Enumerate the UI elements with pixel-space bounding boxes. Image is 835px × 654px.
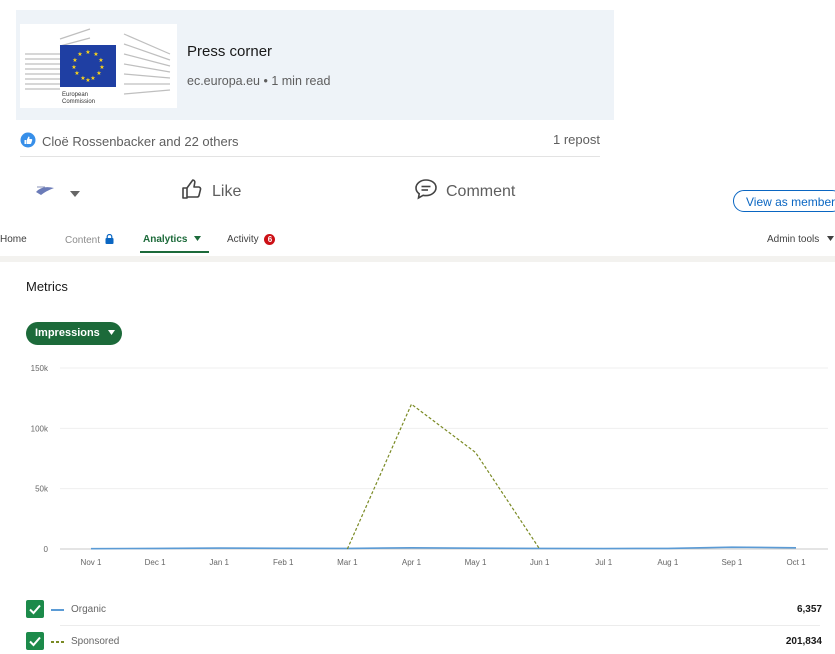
x-tick-label: Sep 1 xyxy=(721,558,742,567)
caret-down-icon xyxy=(190,234,202,245)
reposts-count[interactable]: 1 repost xyxy=(553,132,600,147)
sponsored-line-swatch xyxy=(51,641,64,643)
caret-down-icon xyxy=(103,327,115,339)
view-as-member-button[interactable]: View as member xyxy=(733,190,835,212)
chevron-down-icon xyxy=(70,184,80,202)
article-read-time: 1 min read xyxy=(271,74,331,88)
y-tick-label: 100k xyxy=(31,424,49,433)
x-tick-label: Dec 1 xyxy=(145,558,166,567)
svg-text:★: ★ xyxy=(77,51,82,58)
x-tick-label: Jan 1 xyxy=(209,558,229,567)
comment-button[interactable]: Comment xyxy=(414,178,515,205)
x-tick-label: Jun 1 xyxy=(530,558,550,567)
sponsored-checkbox[interactable] xyxy=(26,632,44,650)
y-tick-label: 0 xyxy=(44,545,49,554)
like-button[interactable]: Like xyxy=(180,177,241,206)
tab-analytics[interactable]: Analytics xyxy=(143,234,202,245)
svg-text:European: European xyxy=(62,92,88,98)
svg-text:★: ★ xyxy=(72,57,77,64)
tab-activity-label: Activity xyxy=(227,234,259,246)
organic-total: 6,357 xyxy=(796,604,822,615)
organic-checkbox[interactable] xyxy=(26,600,44,618)
active-tab-indicator xyxy=(140,251,209,253)
tab-analytics-label: Analytics xyxy=(143,234,188,245)
like-reaction-icon xyxy=(20,132,36,151)
y-tick-label: 150k xyxy=(31,364,49,373)
reactions-text: Cloë Rossenbacker and 22 others xyxy=(42,134,239,149)
social-counts-bar: Cloë Rossenbacker and 22 others 1 repost xyxy=(20,130,600,157)
tab-home[interactable]: Home xyxy=(0,234,27,245)
svg-text:★: ★ xyxy=(85,77,90,84)
metric-selector-label: Impressions xyxy=(35,327,100,339)
series-line-organic xyxy=(90,546,797,550)
svg-text:★: ★ xyxy=(90,75,95,82)
article-source: ec.europa.eu • 1 min read xyxy=(187,74,330,88)
article-domain: ec.europa.eu xyxy=(187,74,260,88)
svg-text:★: ★ xyxy=(96,70,101,77)
x-tick-label: Oct 1 xyxy=(786,558,806,567)
svg-text:Commission: Commission xyxy=(62,99,95,105)
like-label: Like xyxy=(212,182,242,200)
svg-text:★: ★ xyxy=(85,49,90,56)
organic-line-swatch xyxy=(51,609,64,611)
metrics-heading: Metrics xyxy=(26,279,68,294)
sponsored-label: Sponsored xyxy=(71,636,120,647)
meta-separator: • xyxy=(263,74,268,88)
x-tick-label: Apr 1 xyxy=(402,558,422,567)
admin-tools-label: Admin tools xyxy=(767,234,820,245)
y-tick-label: 50k xyxy=(35,485,49,494)
reactions-summary[interactable]: Cloë Rossenbacker and 22 others xyxy=(20,132,239,151)
comment-label: Comment xyxy=(446,182,516,200)
caret-down-icon xyxy=(822,234,835,245)
legend-row-organic: Organic 6,357 xyxy=(26,600,822,622)
section-divider xyxy=(0,256,835,262)
european-commission-logo: ★ ★ ★ ★ ★ ★ ★ ★ ★ ★ ★ ★ European Commission xyxy=(20,24,177,108)
organic-label: Organic xyxy=(71,604,107,615)
thumbs-up-icon xyxy=(180,177,204,206)
x-tick-label: Aug 1 xyxy=(657,558,678,567)
legend-divider xyxy=(60,625,820,626)
x-tick-label: May 1 xyxy=(465,558,487,567)
svg-text:★: ★ xyxy=(74,70,79,77)
svg-text:★: ★ xyxy=(71,64,76,71)
notification-badge: 6 xyxy=(264,234,276,245)
article-title[interactable]: Press corner xyxy=(187,43,272,60)
comment-icon xyxy=(414,178,438,205)
legend-row-sponsored: Sponsored 201,834 xyxy=(26,632,822,654)
admin-nav-bar: Home Content Analytics Activity 6 Admin … xyxy=(0,226,835,256)
post-as-selector[interactable] xyxy=(34,183,80,202)
series-line-sponsored xyxy=(346,403,541,550)
tab-content[interactable]: Content xyxy=(65,233,114,246)
sponsored-total: 201,834 xyxy=(785,636,822,647)
admin-tools-menu[interactable]: Admin tools xyxy=(767,234,835,245)
lock-icon xyxy=(103,233,114,246)
tab-content-label: Content xyxy=(65,235,101,246)
x-tick-label: Nov 1 xyxy=(81,558,102,567)
tab-activity[interactable]: Activity 6 xyxy=(227,234,276,246)
company-avatar-icon xyxy=(34,183,56,202)
x-tick-label: Feb 1 xyxy=(273,558,294,567)
x-tick-label: Jul 1 xyxy=(595,558,612,567)
x-tick-label: Mar 1 xyxy=(337,558,358,567)
svg-text:★: ★ xyxy=(98,57,103,64)
metric-selector-dropdown[interactable]: Impressions xyxy=(26,322,122,345)
impressions-line-chart: 150k 100k 50k 0 Nov 1 Dec 1 Jan 1 Feb 1 Mar 1 Apr… xyxy=(31,364,828,567)
